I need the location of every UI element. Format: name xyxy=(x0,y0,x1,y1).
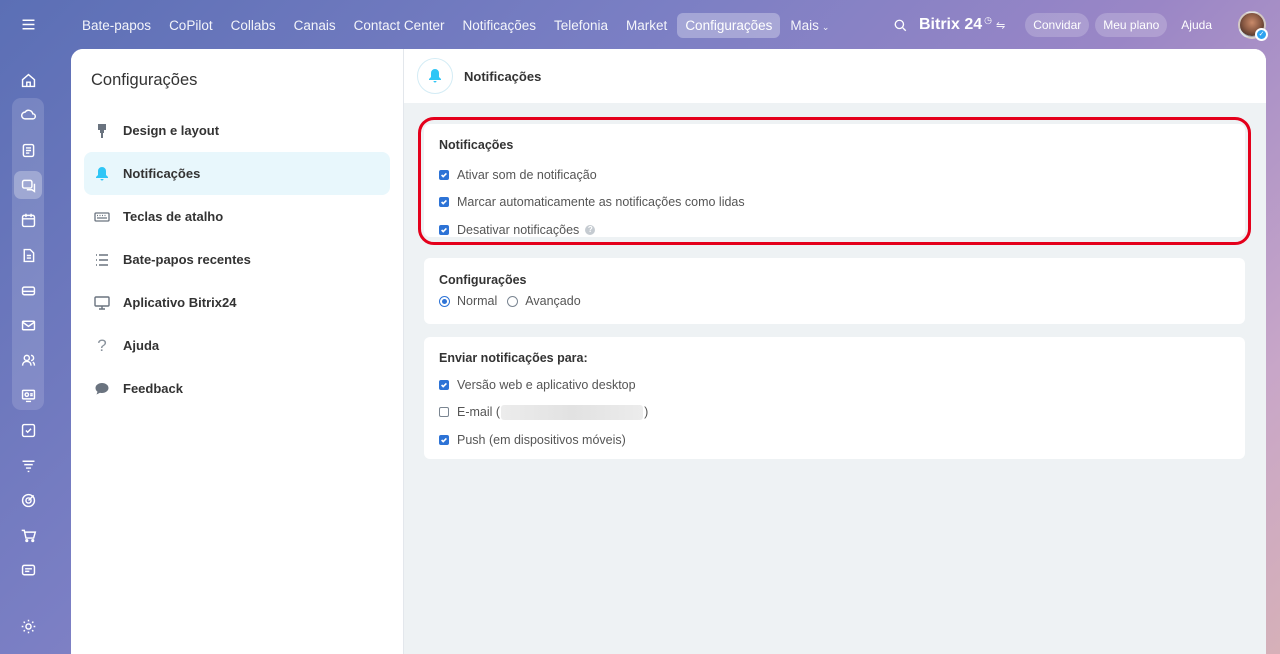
radio-normal[interactable] xyxy=(439,295,450,307)
my-plan-button[interactable]: Meu plano xyxy=(1095,13,1168,37)
nav-item-ajuda[interactable]: ? Ajuda xyxy=(84,324,390,367)
checkbox-checked[interactable] xyxy=(439,379,449,390)
nav-item-design-layout[interactable]: Design e layout xyxy=(84,109,390,152)
calendar-icon[interactable] xyxy=(14,206,42,234)
avatar[interactable]: ✓ xyxy=(1238,11,1268,41)
checkbox-unchecked[interactable] xyxy=(439,407,449,418)
bell-icon xyxy=(417,58,453,94)
checkbox-checked[interactable] xyxy=(439,434,449,445)
option-label-suffix: ) xyxy=(644,405,649,420)
radio-advanced[interactable] xyxy=(507,295,519,307)
list-icon xyxy=(93,251,111,269)
option-label: Versão web e aplicativo desktop xyxy=(457,377,636,392)
brush-icon xyxy=(93,122,111,140)
feed-icon[interactable] xyxy=(14,136,42,164)
topnav-bate-papos[interactable]: Bate-papos xyxy=(74,13,159,38)
nav-item-label: Feedback xyxy=(123,381,183,396)
radio-normal-label: Normal xyxy=(457,294,498,308)
menu-icon[interactable] xyxy=(14,10,42,38)
mode-card: Configurações Normal Avançado xyxy=(424,258,1245,324)
red-highlight-box xyxy=(418,117,1251,245)
topnav-telefonia[interactable]: Telefonia xyxy=(546,13,616,38)
documents-icon[interactable] xyxy=(14,241,42,269)
nav-item-aplicativo-bitrix24[interactable]: Aplicativo Bitrix24 xyxy=(84,281,390,324)
nav-item-label: Notificações xyxy=(123,166,201,181)
monitor-icon xyxy=(93,294,111,312)
top-right-area: Bitrix 24 ◷ ⇋ Convidar Meu plano Ajuda ✓ xyxy=(889,11,1268,41)
question-icon: ? xyxy=(97,335,107,355)
search-icon[interactable] xyxy=(889,14,911,36)
clock-icon: ◷ xyxy=(984,14,992,25)
nav-item-label: Aplicativo Bitrix24 xyxy=(123,295,237,310)
sites-icon[interactable] xyxy=(14,556,42,584)
top-navigation: Bate-papos CoPilot Collabs Canais Contac… xyxy=(74,11,839,39)
logo-text: Bitrix 24 xyxy=(919,16,983,33)
nav-item-notificacoes[interactable]: Notificações xyxy=(84,152,390,195)
option-web-desktop[interactable]: Versão web e aplicativo desktop xyxy=(439,371,1230,399)
settings-gear-icon[interactable] xyxy=(14,612,42,640)
nav-item-label: Ajuda xyxy=(123,338,160,353)
nav-item-teclas-atalho[interactable]: Teclas de atalho xyxy=(84,195,390,238)
help-button[interactable]: Ajuda xyxy=(1173,13,1220,37)
keyboard-icon xyxy=(93,208,111,226)
chats-icon[interactable] xyxy=(14,171,42,199)
bitrix24-logo[interactable]: Bitrix 24 ◷ ⇋ xyxy=(919,14,1005,34)
left-rail xyxy=(0,0,56,654)
topnav-mais-label: Mais xyxy=(790,17,819,33)
settings-panel: Configurações Design e layout Notificaçõ… xyxy=(71,49,1266,654)
mail-icon[interactable] xyxy=(14,311,42,339)
mode-radio-group: Normal Avançado xyxy=(439,292,1230,310)
card-title: Enviar notificações para: xyxy=(439,351,588,365)
option-label-prefix: E-mail ( xyxy=(457,405,501,420)
bell-icon xyxy=(93,165,111,183)
topnav-canais[interactable]: Canais xyxy=(286,13,344,38)
nav-item-label: Bate-papos recentes xyxy=(123,252,251,267)
send-to-card: Enviar notificações para: Versão web e a… xyxy=(424,337,1245,459)
workgroups-icon[interactable] xyxy=(14,381,42,409)
swap-icon[interactable]: ⇋ xyxy=(996,19,1005,32)
option-label: Push (em dispositivos móveis) xyxy=(457,432,626,447)
topnav-notificacoes[interactable]: Notificações xyxy=(454,13,544,38)
content-header: Notificações xyxy=(404,49,1266,103)
crm-icon[interactable] xyxy=(14,451,42,479)
marketing-icon[interactable] xyxy=(14,486,42,514)
copilot-icon[interactable] xyxy=(14,101,42,129)
chevron-down-icon: ⌄ xyxy=(821,21,830,32)
verified-badge-icon: ✓ xyxy=(1255,28,1268,41)
topnav-copilot[interactable]: CoPilot xyxy=(161,13,221,38)
nav-item-label: Design e layout xyxy=(123,123,220,138)
drive-icon[interactable] xyxy=(14,276,42,304)
card-title: Configurações xyxy=(439,273,527,287)
shop-icon[interactable] xyxy=(14,521,42,549)
topnav-market[interactable]: Market xyxy=(618,13,675,38)
contacts-icon[interactable] xyxy=(14,346,42,374)
settings-title: Configurações xyxy=(91,71,198,89)
radio-advanced-label: Avançado xyxy=(525,294,581,308)
topnav-configuracoes[interactable]: Configurações xyxy=(677,12,781,38)
nav-item-feedback[interactable]: Feedback xyxy=(84,367,390,410)
email-redacted xyxy=(501,404,644,420)
nav-item-bate-papos-recentes[interactable]: Bate-papos recentes xyxy=(84,238,390,281)
chat-bubble-icon xyxy=(93,380,111,398)
topnav-contact-center[interactable]: Contact Center xyxy=(346,13,453,38)
settings-sidebar: Configurações Design e layout Notificaçõ… xyxy=(71,49,404,654)
invite-button[interactable]: Convidar xyxy=(1025,13,1090,37)
settings-content: Notificações Notificações Ativar som de … xyxy=(404,49,1266,654)
tasks-icon[interactable] xyxy=(14,416,42,444)
settings-nav: Design e layout Notificações Teclas de a… xyxy=(84,109,390,410)
topnav-collabs[interactable]: Collabs xyxy=(223,13,284,38)
content-title: Notificações xyxy=(464,68,542,84)
option-email[interactable]: E-mail ( ) xyxy=(439,399,1230,427)
home-icon[interactable] xyxy=(14,66,42,94)
option-push[interactable]: Push (em dispositivos móveis) xyxy=(439,426,1230,454)
topnav-mais[interactable]: Mais ⌄ xyxy=(782,13,837,38)
nav-item-label: Teclas de atalho xyxy=(123,209,224,224)
